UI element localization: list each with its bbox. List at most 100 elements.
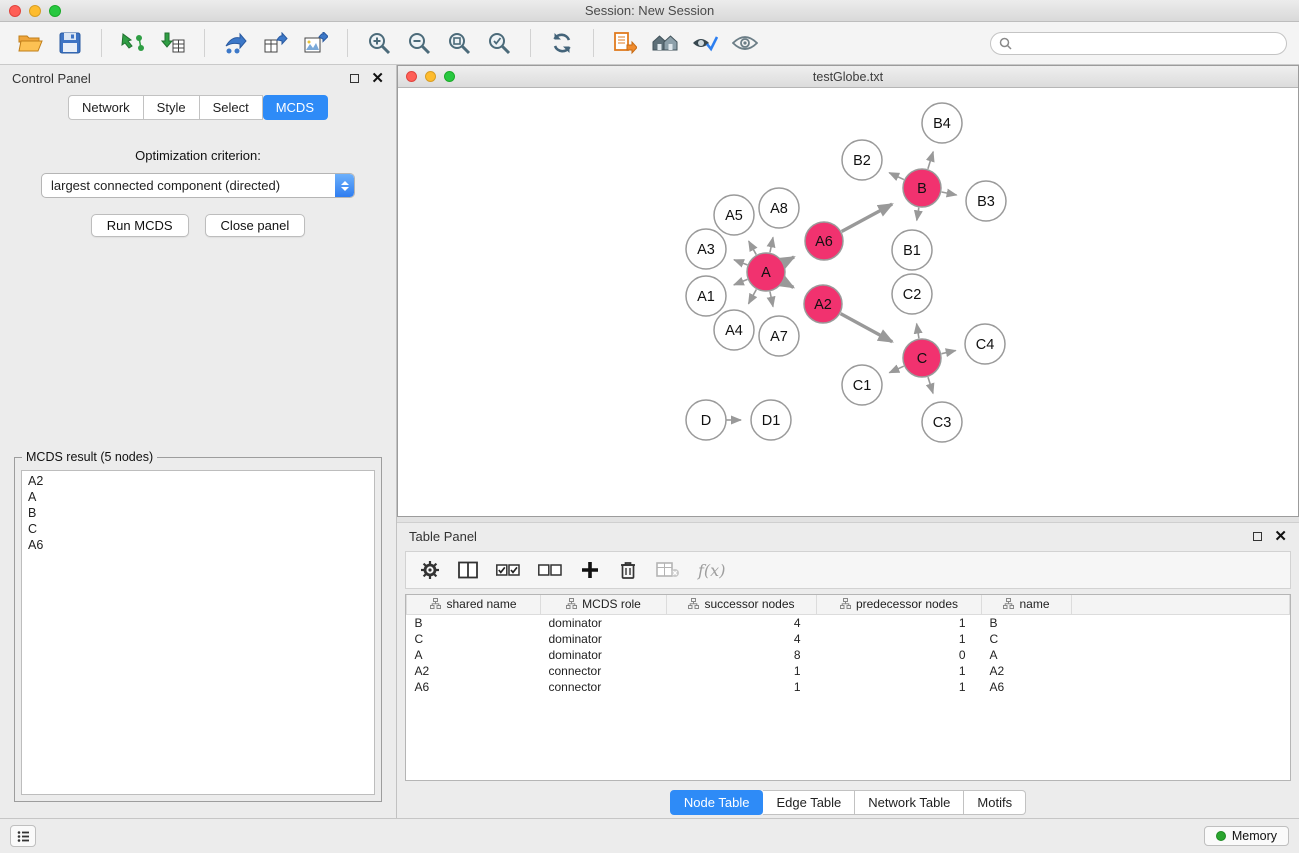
network-node-C3[interactable]: C3 <box>922 402 962 442</box>
export-image-button[interactable] <box>298 26 334 60</box>
table-settings-button[interactable] <box>420 556 440 584</box>
network-edge-A2-C[interactable] <box>841 314 893 342</box>
network-edge-B-B4[interactable] <box>928 152 933 169</box>
network-node-D[interactable]: D <box>686 400 726 440</box>
network-window-titlebar[interactable]: testGlobe.txt <box>398 66 1298 88</box>
network-node-A7[interactable]: A7 <box>759 316 799 356</box>
mcds-result-item[interactable]: A2 <box>28 473 368 489</box>
mcds-result-list[interactable]: A2ABCA6 <box>21 470 375 795</box>
network-node-C2[interactable]: C2 <box>892 274 932 314</box>
delete-column-button[interactable] <box>618 556 638 584</box>
tab-network-table[interactable]: Network Table <box>855 790 964 815</box>
tab-mcds[interactable]: MCDS <box>263 95 328 120</box>
show-columns-button[interactable] <box>458 556 478 584</box>
zoom-window-button[interactable] <box>49 5 61 17</box>
network-edge-B-B3[interactable] <box>942 192 957 195</box>
network-edge-C-C2[interactable] <box>917 324 919 339</box>
mcds-result-item[interactable]: A <box>28 489 368 505</box>
network-node-B2[interactable]: B2 <box>842 140 882 180</box>
tab-select[interactable]: Select <box>200 95 263 120</box>
export-table-button[interactable] <box>258 26 294 60</box>
table-row[interactable]: A6connector11A6 <box>407 679 1290 695</box>
network-node-A5[interactable]: A5 <box>714 195 754 235</box>
column-header-shared-name[interactable]: shared name <box>407 595 541 614</box>
column-header-successor-nodes[interactable]: successor nodes <box>667 595 817 614</box>
show-hide-view-button[interactable] <box>727 26 763 60</box>
save-session-button[interactable] <box>52 26 88 60</box>
network-edge-A-A6[interactable] <box>784 257 794 263</box>
import-table-button[interactable] <box>155 26 191 60</box>
zoom-fit-button[interactable] <box>441 26 477 60</box>
search-input[interactable] <box>1017 35 1278 51</box>
tab-edge-table[interactable]: Edge Table <box>763 790 855 815</box>
network-edge-A-A7[interactable] <box>770 292 773 307</box>
network-node-A8[interactable]: A8 <box>759 188 799 228</box>
mcds-result-item[interactable]: B <box>28 505 368 521</box>
network-zoom-button[interactable] <box>444 71 455 82</box>
tab-node-table[interactable]: Node Table <box>670 790 764 815</box>
network-node-B4[interactable]: B4 <box>922 103 962 143</box>
minimize-window-button[interactable] <box>29 5 41 17</box>
network-edge-A-A3[interactable] <box>734 260 747 265</box>
network-edge-A-A1[interactable] <box>734 279 748 284</box>
network-node-A6[interactable]: A6 <box>805 222 843 260</box>
network-node-C1[interactable]: C1 <box>842 365 882 405</box>
tab-motifs[interactable]: Motifs <box>964 790 1026 815</box>
network-edge-C-C4[interactable] <box>942 351 956 354</box>
mcds-result-item[interactable]: A6 <box>28 537 368 553</box>
mcds-result-item[interactable]: C <box>28 521 368 537</box>
network-edge-A-A4[interactable] <box>748 290 756 304</box>
optimization-criterion-select[interactable]: largest connected component (directed) <box>41 173 355 198</box>
network-node-B[interactable]: B <box>903 169 941 207</box>
network-node-C4[interactable]: C4 <box>965 324 1005 364</box>
close-window-button[interactable] <box>9 5 21 17</box>
network-node-B1[interactable]: B1 <box>892 230 932 270</box>
show-panels-button[interactable] <box>10 825 36 847</box>
import-network-button[interactable] <box>115 26 151 60</box>
network-edge-A-A2[interactable] <box>783 282 793 288</box>
graphics-details-button[interactable] <box>687 26 723 60</box>
column-header-predecessor-nodes[interactable]: predecessor nodes <box>817 595 982 614</box>
close-panel-icon[interactable]: ✕ <box>371 71 384 86</box>
network-node-A1[interactable]: A1 <box>686 276 726 316</box>
network-node-A3[interactable]: A3 <box>686 229 726 269</box>
table-row[interactable]: Adominator80A <box>407 647 1290 663</box>
network-node-B3[interactable]: B3 <box>966 181 1006 221</box>
home-button[interactable] <box>647 26 683 60</box>
network-edge-C-C3[interactable] <box>928 377 933 393</box>
network-edge-A6-B[interactable] <box>842 204 893 231</box>
run-mcds-button[interactable]: Run MCDS <box>91 214 189 237</box>
close-table-panel-icon[interactable]: ✕ <box>1274 529 1287 544</box>
tab-network[interactable]: Network <box>68 95 144 120</box>
network-node-A[interactable]: A <box>747 253 785 291</box>
first-neighbors-button[interactable] <box>607 26 643 60</box>
select-all-button[interactable] <box>496 556 520 584</box>
network-edge-C-C1[interactable] <box>889 366 903 372</box>
network-canvas[interactable]: B4 B2 B B3 A5A8A6 B1 A3 A C2 A1 A2 A4A7 C4 C C1 C3 D D1 <box>398 88 1298 516</box>
float-table-panel-icon[interactable] <box>1253 532 1262 541</box>
deselect-all-button[interactable] <box>538 556 562 584</box>
network-edge-A-A8[interactable] <box>770 237 773 252</box>
network-edge-A-A5[interactable] <box>749 241 757 254</box>
zoom-out-button[interactable] <box>401 26 437 60</box>
tab-style[interactable]: Style <box>144 95 200 120</box>
network-node-A4[interactable]: A4 <box>714 310 754 350</box>
column-header-mcds-role[interactable]: MCDS role <box>541 595 667 614</box>
network-node-D1[interactable]: D1 <box>751 400 791 440</box>
open-session-button[interactable] <box>12 26 48 60</box>
table-row[interactable]: Cdominator41C <box>407 631 1290 647</box>
network-minimize-button[interactable] <box>425 71 436 82</box>
zoom-selected-button[interactable] <box>481 26 517 60</box>
table-row[interactable]: A2connector11A2 <box>407 663 1290 679</box>
node-table[interactable]: shared nameMCDS rolesuccessor nodesprede… <box>405 594 1291 781</box>
zoom-in-button[interactable] <box>361 26 397 60</box>
apply-layout-button[interactable] <box>544 26 580 60</box>
float-panel-icon[interactable] <box>350 74 359 83</box>
add-column-button[interactable] <box>580 556 600 584</box>
network-node-A2[interactable]: A2 <box>804 285 842 323</box>
network-node-C[interactable]: C <box>903 339 941 377</box>
table-row[interactable]: Bdominator41B <box>407 614 1290 631</box>
network-close-button[interactable] <box>406 71 417 82</box>
column-header-name[interactable]: name <box>982 595 1072 614</box>
memory-button[interactable]: Memory <box>1204 826 1289 846</box>
